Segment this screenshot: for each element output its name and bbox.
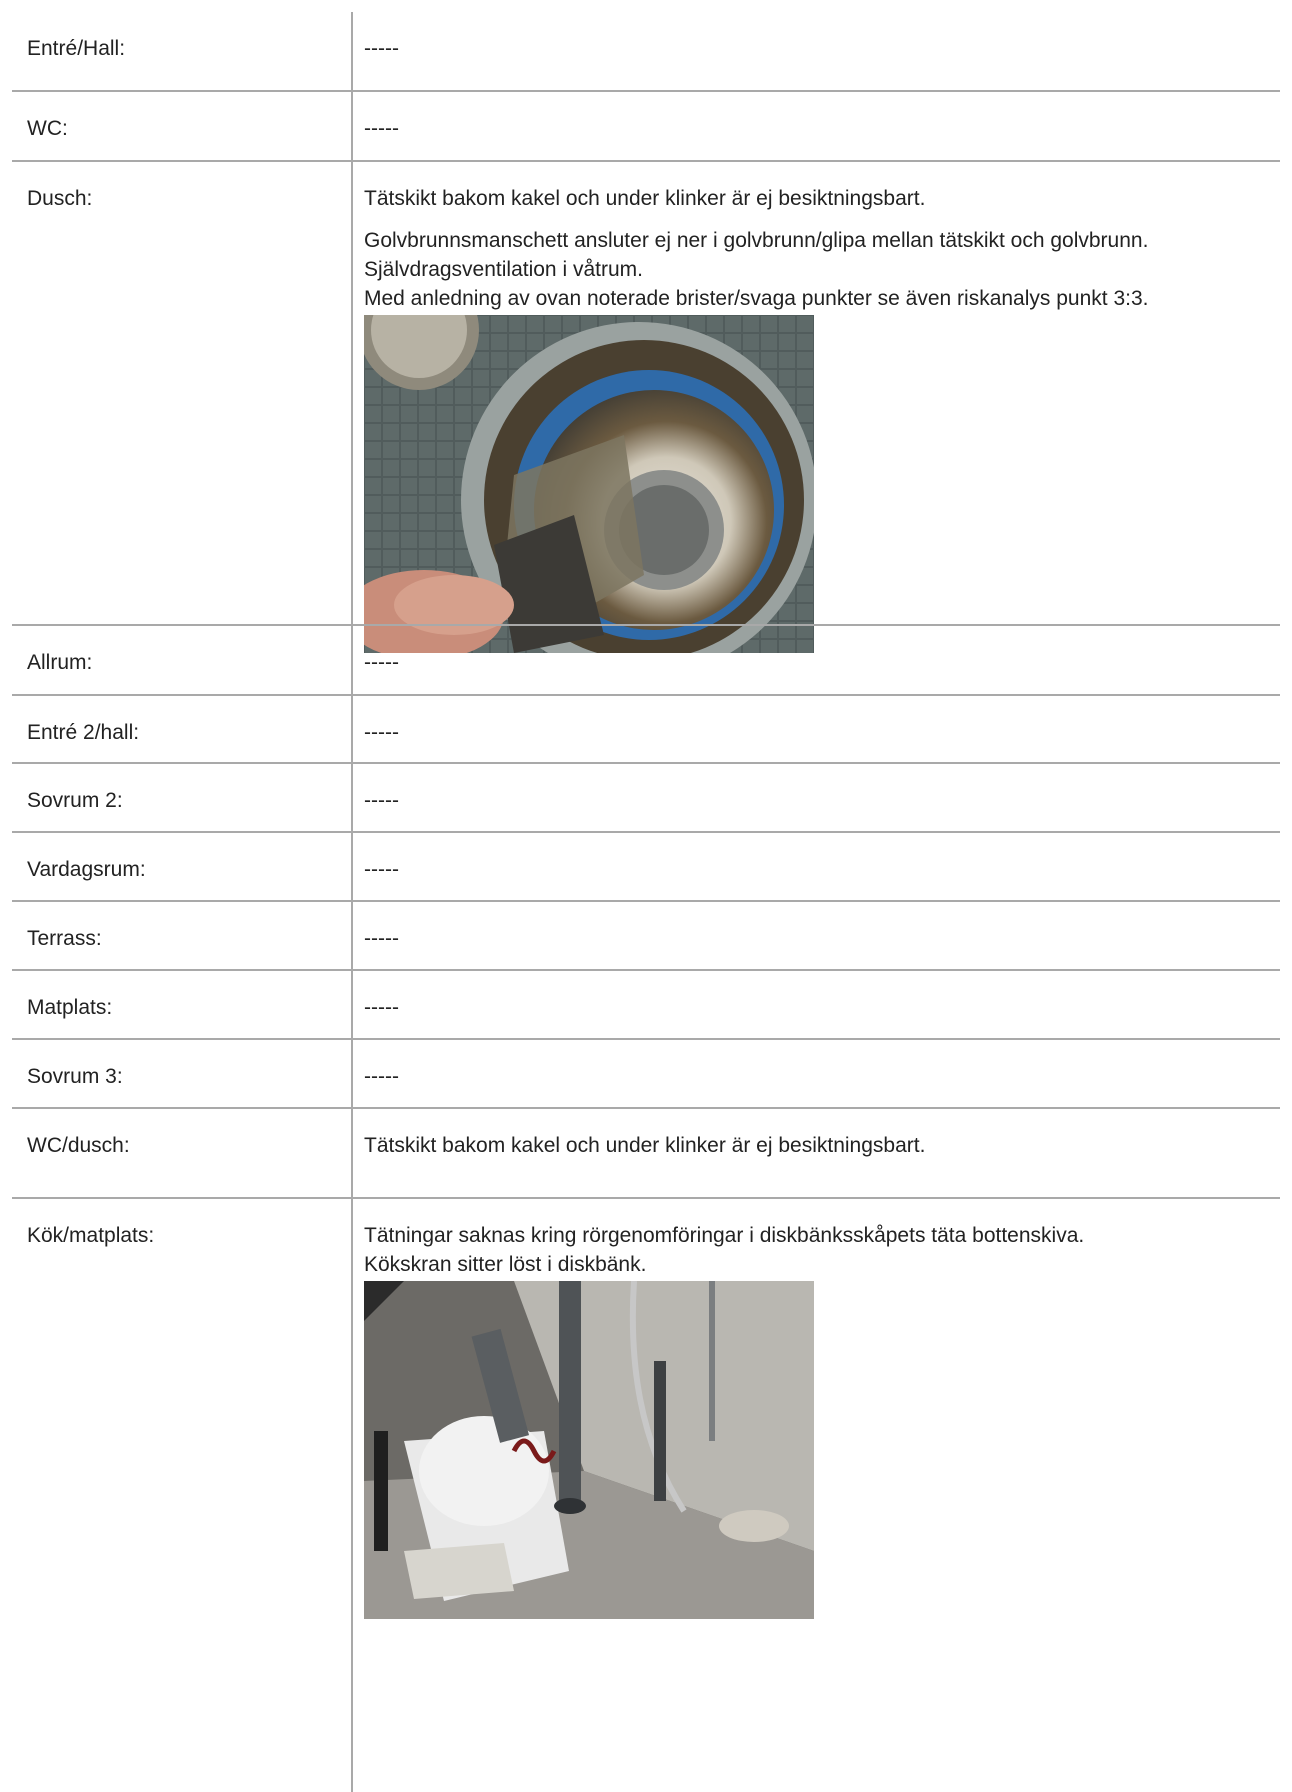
sink-cabinet-photo <box>364 1281 814 1619</box>
table-row: Matplats: ----- <box>12 971 1280 1040</box>
room-label: Vardagsrum: <box>27 858 146 881</box>
room-label: Entré/Hall: <box>27 37 126 60</box>
room-label: WC: <box>27 117 68 140</box>
room-label: Matplats: <box>27 996 113 1019</box>
room-label: Sovrum 3: <box>27 1065 123 1088</box>
room-remark: ----- <box>364 651 399 674</box>
room-label: Kök/matplats: <box>27 1224 155 1247</box>
room-remark: ----- <box>364 996 399 1019</box>
room-remark: Tätskikt bakom kakel och under klinker ä… <box>364 1134 926 1157</box>
room-label: Entré 2/hall: <box>27 721 140 744</box>
room-label: WC/dusch: <box>27 1134 130 1157</box>
table-row: Sovrum 3: ----- <box>12 1040 1280 1109</box>
remark-line: Kökskran sitter löst i diskbänk. <box>364 1253 647 1276</box>
room-remark: ----- <box>364 721 399 744</box>
remark-line: Tätskikt bakom kakel och under klinker ä… <box>364 187 926 210</box>
room-remark: ----- <box>364 117 399 140</box>
room-label: Dusch: <box>27 187 93 210</box>
remark-line: Med anledning av ovan noterade brister/s… <box>364 287 1149 310</box>
room-remark: ----- <box>364 927 399 950</box>
room-remark: ----- <box>364 858 399 881</box>
table-row: Terrass: ----- <box>12 902 1280 971</box>
table-row: WC: ----- <box>12 92 1280 162</box>
table-row: Entré 2/hall: ----- <box>12 696 1280 764</box>
table-row: Kök/matplats: Tätningar saknas kring rör… <box>12 1199 1280 1792</box>
room-label: Allrum: <box>27 651 93 674</box>
remark-line: Golvbrunnsmanschett ansluter ej ner i go… <box>364 229 1149 252</box>
remark-line: Tätningar saknas kring rörgenomföringar … <box>364 1224 1085 1247</box>
floor-drain-photo <box>364 315 814 653</box>
inspection-table: Entré/Hall: ----- WC: ----- Dusch: Tätsk… <box>12 12 1280 1792</box>
table-row: WC/dusch: Tätskikt bakom kakel och under… <box>12 1109 1280 1199</box>
room-remark: ----- <box>364 1065 399 1088</box>
room-remark: ----- <box>364 37 399 60</box>
room-remark: ----- <box>364 789 399 812</box>
room-remark: Tätningar saknas kring rörgenomföringar … <box>364 1221 1270 1619</box>
room-label: Sovrum 2: <box>27 789 123 812</box>
table-row: Allrum: ----- <box>12 626 1280 696</box>
table-row: Sovrum 2: ----- <box>12 764 1280 833</box>
room-label: Terrass: <box>27 927 102 950</box>
table-row: Entré/Hall: ----- <box>12 12 1280 92</box>
table-row: Vardagsrum: ----- <box>12 833 1280 902</box>
table-row: Dusch: Tätskikt bakom kakel och under kl… <box>12 162 1280 653</box>
remark-line: Självdragsventilation i våtrum. <box>364 258 643 281</box>
room-remark: Tätskikt bakom kakel och under klinker ä… <box>364 184 1270 653</box>
